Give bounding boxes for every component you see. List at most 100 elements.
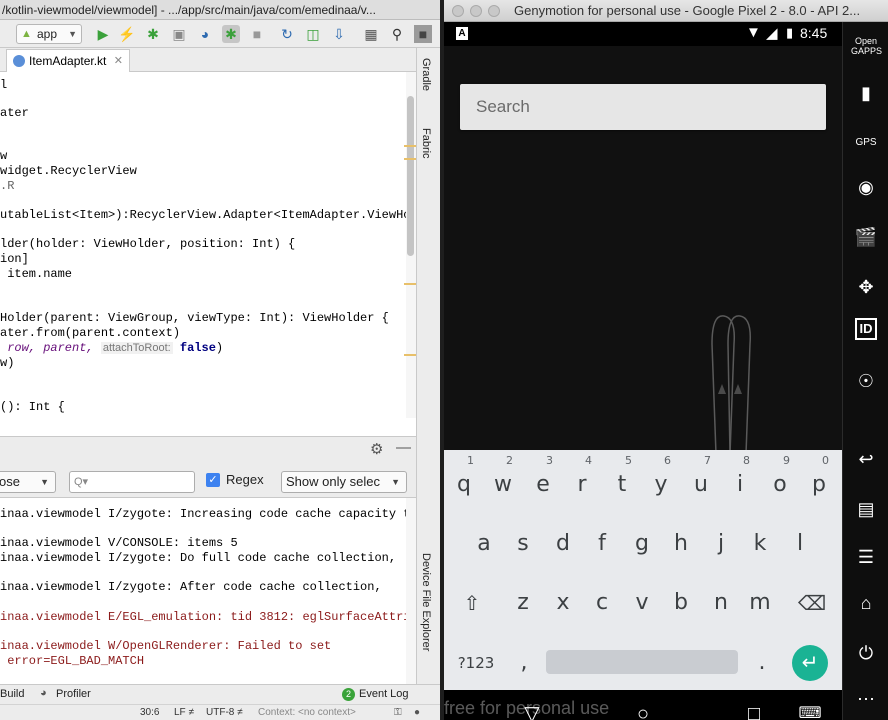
tool-window-bar: Build ◕ Profiler 2 Event Log [0, 684, 440, 704]
menu-icon[interactable]: ☰ [851, 542, 881, 572]
key-e[interactable]: 3e [525, 454, 561, 508]
error-stripe-marker[interactable] [404, 145, 416, 147]
move-icon[interactable]: ✥ [851, 272, 881, 302]
key-x[interactable]: x [545, 580, 581, 626]
key-o[interactable]: 9o [762, 454, 798, 508]
power-icon[interactable]: ⏻ [851, 638, 881, 668]
key-a[interactable]: a [466, 521, 502, 567]
debug-icon[interactable]: ✱ [144, 25, 162, 43]
run-config-dropdown[interactable]: ▲ app ▼ [16, 24, 82, 44]
regex-checkbox[interactable]: ✓ [206, 473, 220, 487]
search-input[interactable]: Search [460, 84, 826, 130]
file-encoding[interactable]: UTF-8 ≠ [206, 705, 243, 720]
key-q[interactable]: 1q [446, 454, 482, 508]
gps-widget-icon[interactable]: GPS [851, 128, 881, 158]
key-t[interactable]: 5t [604, 454, 640, 508]
key-c[interactable]: c [584, 580, 620, 626]
key-r[interactable]: 4r [564, 454, 600, 508]
key-k[interactable]: k [742, 521, 778, 567]
close-window-button[interactable] [452, 5, 464, 17]
backspace-key[interactable]: ⌫ [794, 580, 830, 626]
event-log-tab[interactable]: Event Log [359, 688, 409, 700]
git-icon[interactable]: ● [414, 705, 420, 720]
enter-key[interactable]: ↵ [792, 645, 828, 681]
key-u[interactable]: 7u [683, 454, 719, 508]
home-button-icon[interactable]: ⌂ [851, 588, 881, 618]
period-key[interactable]: . [744, 640, 780, 686]
logcat-search-input[interactable]: Q▾ [69, 471, 195, 493]
line-separator[interactable]: LF ≠ [174, 705, 194, 720]
key-m[interactable]: m [742, 580, 778, 626]
home-icon[interactable]: ○ [631, 702, 655, 720]
opengapps-icon[interactable]: Open GAPPS [851, 36, 882, 66]
attach-debugger-icon[interactable]: ▣ [170, 25, 188, 43]
disk-io-icon[interactable]: ☉ [851, 366, 881, 396]
recents-icon[interactable]: □ [742, 702, 766, 720]
key-hint: 1 [467, 454, 474, 467]
media-icon[interactable]: 🎬 [851, 222, 881, 252]
debug-app-icon[interactable]: ✱ [222, 25, 240, 43]
minimize-icon[interactable]: — [396, 439, 411, 456]
key-i[interactable]: 8i [722, 454, 758, 508]
avd-manager-icon[interactable]: ◫ [304, 25, 322, 43]
key-n[interactable]: n [703, 580, 739, 626]
search-icon[interactable]: ⚲ [388, 25, 406, 43]
app-content: Search [444, 46, 842, 454]
lock-icon[interactable]: ⚿ [394, 705, 402, 720]
logcat-scrollbar[interactable] [406, 498, 416, 684]
error-stripe-marker[interactable] [404, 354, 416, 356]
webcam-icon[interactable]: ◉ [851, 172, 881, 202]
profiler-tab[interactable]: Profiler [56, 688, 91, 700]
maximize-window-button[interactable] [488, 5, 500, 17]
key-l[interactable]: l [782, 521, 818, 567]
stop-icon[interactable]: ■ [248, 25, 266, 43]
filter-dropdown[interactable]: Show only selec ▼ [281, 471, 407, 493]
sdk-manager-icon[interactable]: ⇩ [330, 25, 348, 43]
apply-changes-icon[interactable]: ⚡ [118, 25, 136, 43]
battery-widget-icon[interactable]: ▮ [851, 78, 881, 108]
key-f[interactable]: f [584, 521, 620, 567]
run-icon[interactable]: ▶ [94, 25, 112, 43]
key-w[interactable]: 2w [485, 454, 521, 508]
minimize-window-button[interactable] [470, 5, 482, 17]
key-j[interactable]: j [703, 521, 739, 567]
more-icon[interactable]: ⋯ [851, 684, 881, 714]
close-icon[interactable]: ✕ [114, 50, 123, 72]
key-d[interactable]: d [545, 521, 581, 567]
phone-status-bar: A ▼ ◢ ▮ 8:45 [444, 22, 842, 46]
profile-icon[interactable]: ◕ [196, 25, 214, 43]
keyboard-icon[interactable]: ⌨ [798, 702, 822, 720]
key-p[interactable]: 0p [801, 454, 837, 508]
build-tab[interactable]: Build [0, 688, 24, 700]
error-stripe-marker[interactable] [404, 158, 416, 160]
caret-position[interactable]: 30:6 [140, 705, 159, 720]
comma-key[interactable]: , [506, 640, 542, 686]
fabric-panel-tab[interactable]: Fabric [420, 128, 432, 159]
device-id-icon[interactable]: ID [855, 318, 877, 340]
key-g[interactable]: g [624, 521, 660, 567]
process-dropdown[interactable]: ose ▼ [0, 471, 56, 493]
key-b[interactable]: b [663, 580, 699, 626]
logcat-output[interactable]: inaa.viewmodel I/zygote: Increasing code… [0, 498, 416, 684]
back-button-icon[interactable]: ↩ [851, 444, 881, 474]
recent-apps-icon[interactable]: ▤ [851, 494, 881, 524]
code-line: lder(holder: ViewHolder, position: Int) … [0, 237, 296, 251]
shift-key[interactable]: ⇧ [454, 580, 490, 626]
key-z[interactable]: z [505, 580, 541, 626]
sync-gradle-icon[interactable]: ↻ [278, 25, 296, 43]
key-s[interactable]: s [505, 521, 541, 567]
code-editor[interactable]: l ater w widget.RecyclerView .R utableLi… [0, 72, 440, 418]
tab-itemadapter[interactable]: ItemAdapter.kt ✕ [6, 49, 130, 72]
gear-icon[interactable]: ⚙ [370, 440, 383, 458]
symbols-key[interactable]: ?123 [454, 640, 498, 686]
key-h[interactable]: h [663, 521, 699, 567]
key-y[interactable]: 6y [643, 454, 679, 508]
device-file-explorer-tab[interactable]: Device File Explorer [420, 553, 432, 651]
editor-scroll-thumb[interactable] [407, 96, 414, 256]
error-stripe-marker[interactable] [404, 283, 416, 285]
avatar-icon[interactable]: ■ [414, 25, 432, 43]
key-v[interactable]: v [624, 580, 660, 626]
spacebar[interactable] [546, 650, 738, 674]
project-structure-icon[interactable]: ▦ [362, 25, 380, 43]
gradle-panel-tab[interactable]: Gradle [420, 58, 432, 91]
